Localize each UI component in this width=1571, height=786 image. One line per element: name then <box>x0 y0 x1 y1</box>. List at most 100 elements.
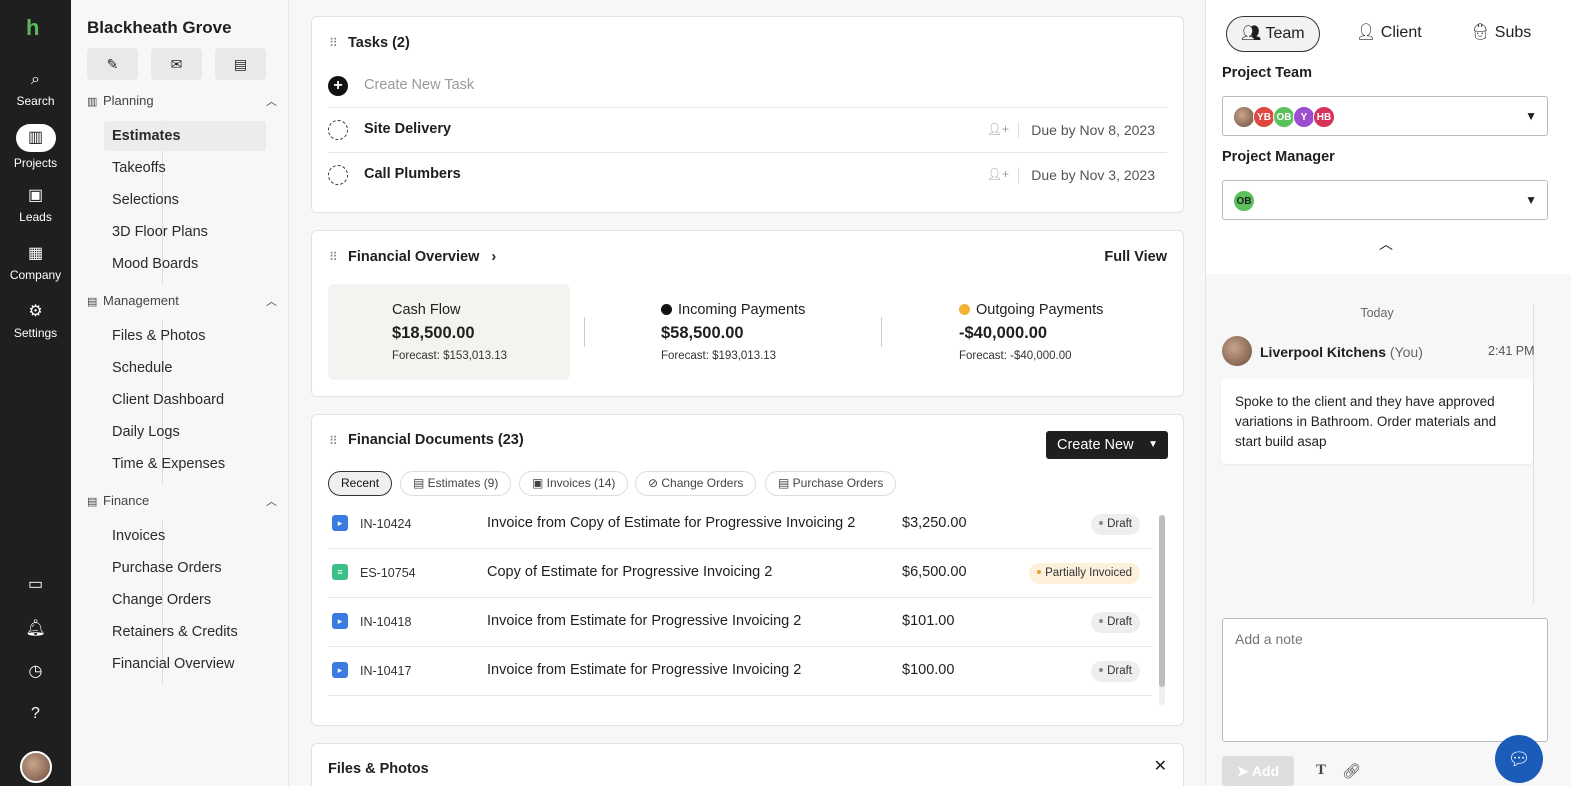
outgoing-payments-label-text: Outgoing Payments <box>976 302 1104 318</box>
nav-item-schedule[interactable]: Schedule <box>104 353 266 383</box>
timer-icon[interactable]: ◷ <box>0 661 71 681</box>
nav-item-purchase-orders[interactable]: Purchase Orders <box>104 553 266 583</box>
message-time: 2:41 PM <box>1488 344 1535 358</box>
caret-down-icon: ▼ <box>1525 193 1537 207</box>
section-planning[interactable]: ▥ Planning ︿ <box>87 93 277 108</box>
nav-item-invoices[interactable]: Invoices <box>104 521 266 551</box>
right-panel: 👥︎ Team 👤︎ Client 👷︎ Subs Project Team Y… <box>1205 0 1571 786</box>
drag-handle-icon[interactable]: ⠿ <box>329 434 338 448</box>
nav-item-retainers-credits[interactable]: Retainers & Credits <box>104 617 266 647</box>
nav-item-mood-boards[interactable]: Mood Boards <box>104 249 266 279</box>
app-logo[interactable]: h <box>26 17 46 39</box>
project-manager-select[interactable]: OB ▼ <box>1222 180 1548 220</box>
chip-change-orders[interactable]: ⊘ Change Orders <box>635 471 757 496</box>
estimate-icon: ▤ <box>413 476 428 490</box>
financial-overview-title[interactable]: Financial Overview › <box>348 249 496 265</box>
files-photos-title: Files & Photos <box>328 761 429 777</box>
rail-leads[interactable]: ▣ Leads <box>0 186 71 224</box>
assign-user-icon[interactable]: 👤︎+ <box>987 167 1009 181</box>
chip-purchase-orders[interactable]: ▤ Purchase Orders <box>765 471 897 496</box>
avatar <box>1222 336 1252 366</box>
assign-user-icon[interactable]: 👤︎+ <box>987 122 1009 136</box>
leads-icon: ▣ <box>27 187 44 204</box>
tab-team-label: Team <box>1265 25 1305 42</box>
chip-invoices[interactable]: ▣ Invoices (14) <box>519 471 629 496</box>
nav-item-financial-overview[interactable]: Financial Overview <box>104 649 266 679</box>
nav-item-change-orders[interactable]: Change Orders <box>104 585 266 615</box>
rail-company[interactable]: ▦ Company <box>0 244 71 282</box>
doc-scrollbar[interactable] <box>1159 515 1165 705</box>
incoming-payments-amount: $58,500.00 <box>661 324 744 342</box>
status-badge: Draft <box>1091 661 1140 682</box>
doc-number: IN-10417 <box>360 664 412 678</box>
client-icon: 👤︎ <box>1356 24 1381 41</box>
close-icon[interactable]: ✕ <box>1154 756 1167 776</box>
project-name: Blackheath Grove <box>87 18 232 37</box>
project-team-select[interactable]: YB OB Y HB ▼ <box>1222 96 1548 136</box>
scrollbar-thumb[interactable] <box>1159 515 1165 687</box>
project-manager-label: Project Manager <box>1222 149 1335 165</box>
nav-item-estimates[interactable]: Estimates <box>104 121 266 151</box>
rail-search[interactable]: ⌕ Search <box>0 70 71 108</box>
outgoing-payments-box[interactable]: Outgoing Payments -$40,000.00 Forecast: … <box>959 284 1201 380</box>
rail-projects[interactable]: ▥ Projects <box>0 124 71 170</box>
doc-amount: $101.00 <box>902 613 955 629</box>
management-icon: ▤ <box>87 296 98 308</box>
create-new-button[interactable]: Create New ▼ <box>1046 431 1168 459</box>
tab-subs[interactable]: 👷︎ Subs <box>1456 16 1545 52</box>
chat-icon[interactable]: 💬︎ <box>1495 735 1543 783</box>
incoming-payments-box[interactable]: Incoming Payments $58,500.00 Forecast: $… <box>661 284 903 380</box>
plus-icon[interactable]: + <box>328 76 348 96</box>
cash-flow-box[interactable]: Cash Flow $18,500.00 Forecast: $153,013.… <box>328 284 570 380</box>
text-format-icon[interactable]: T <box>1316 762 1326 779</box>
full-view-link[interactable]: Full View <box>1104 249 1167 265</box>
pencil-icon: ✎ <box>106 56 119 72</box>
nav-item-time-expenses[interactable]: Time & Expenses <box>104 449 266 479</box>
add-note-button[interactable]: ➤ Add <box>1222 756 1294 786</box>
mail-icon: ✉ <box>170 56 183 72</box>
status-text: Draft <box>1107 665 1132 677</box>
caret-down-icon: ▼ <box>1525 109 1537 123</box>
inbox-icon[interactable]: ▭ <box>0 574 71 594</box>
task-due: Due by Nov 8, 2023 <box>1031 122 1155 138</box>
drag-handle-icon[interactable]: ⠿ <box>329 250 338 264</box>
link-icon[interactable]: 🔗︎ <box>1342 762 1361 780</box>
task-row[interactable]: Call Plumbers 👤︎+ Due by Nov 3, 2023 <box>328 152 1167 197</box>
doc-name: Invoice from Estimate for Progressive In… <box>487 613 802 629</box>
nav-item-3d-floor-plans[interactable]: 3D Floor Plans <box>104 217 266 247</box>
bell-icon[interactable]: 🔔︎ <box>0 618 71 638</box>
nav-item-files-photos[interactable]: Files & Photos <box>104 321 266 351</box>
chevron-up-icon[interactable]: ︿ <box>1379 234 1393 254</box>
task-row[interactable]: Site Delivery 👤︎+ Due by Nov 8, 2023 <box>328 107 1167 152</box>
table-row[interactable]: ▸ IN-10417 Invoice from Estimate for Pro… <box>328 647 1152 696</box>
left-rail: h ⌕ Search ▥ Projects ▣ Leads ▦ Company … <box>0 0 71 786</box>
table-row[interactable]: ▸ IN-10418 Invoice from Estimate for Pro… <box>328 598 1152 647</box>
incoming-payments-label-text: Incoming Payments <box>678 302 806 318</box>
tab-team[interactable]: 👥︎ Team <box>1226 16 1320 52</box>
drag-handle-icon[interactable]: ⠿ <box>329 36 338 50</box>
invoice-icon: ▸ <box>332 515 348 531</box>
rail-settings[interactable]: ⚙ Settings <box>0 302 71 340</box>
note-input[interactable] <box>1222 618 1548 742</box>
help-icon[interactable]: ? <box>0 705 71 723</box>
create-task-input[interactable]: Create New Task <box>364 77 474 93</box>
nav-item-client-dashboard[interactable]: Client Dashboard <box>104 385 266 415</box>
tab-client[interactable]: 👤︎ Client <box>1342 16 1436 52</box>
table-row[interactable]: ▸ IN-10424 Invoice from Copy of Estimate… <box>328 500 1152 549</box>
incoming-payments-label: Incoming Payments <box>661 302 805 318</box>
section-management[interactable]: ▤ Management ︿ <box>87 293 277 308</box>
section-finance[interactable]: ▤ Finance ︿ <box>87 493 277 508</box>
nav-item-daily-logs[interactable]: Daily Logs <box>104 417 266 447</box>
message-button[interactable]: ✉ <box>151 48 202 80</box>
nav-item-selections[interactable]: Selections <box>104 185 266 215</box>
table-row[interactable]: ≡ ES-10754 Copy of Estimate for Progress… <box>328 549 1152 598</box>
notes-button[interactable]: ▤ <box>215 48 266 80</box>
task-checkbox[interactable] <box>328 165 348 185</box>
task-checkbox[interactable] <box>328 120 348 140</box>
user-avatar[interactable] <box>20 751 52 783</box>
nav-item-takeoffs[interactable]: Takeoffs <box>104 153 266 183</box>
financial-overview-card: ⠿ Financial Overview › Full View Cash Fl… <box>311 230 1184 397</box>
chip-recent[interactable]: Recent <box>328 471 393 496</box>
chip-estimates[interactable]: ▤ Estimates (9) <box>400 471 512 496</box>
edit-button[interactable]: ✎ <box>87 48 138 80</box>
